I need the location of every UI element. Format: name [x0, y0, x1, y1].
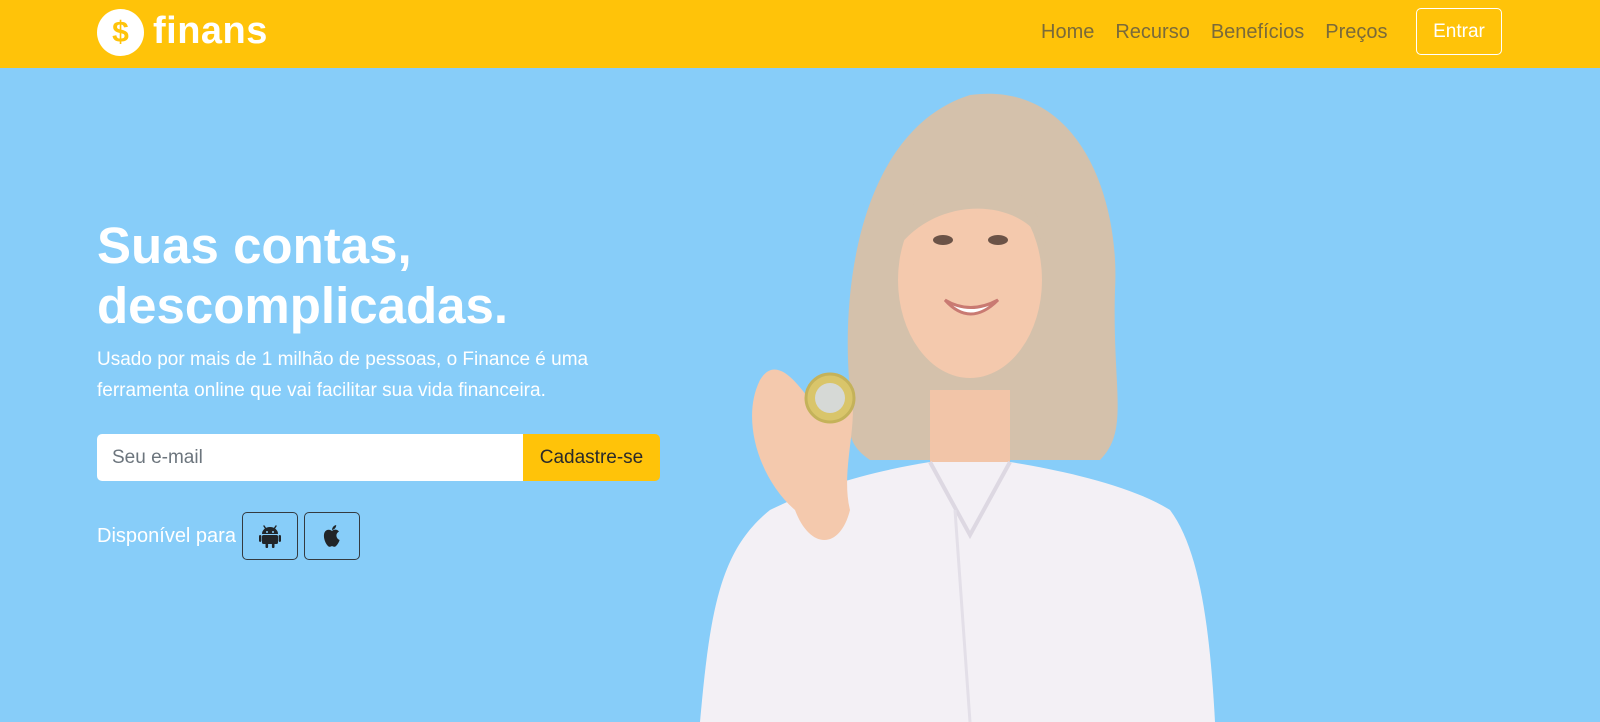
signup-form: Cadastre-se [97, 434, 660, 481]
login-button[interactable]: Entrar [1416, 8, 1502, 55]
nav-link-precos[interactable]: Preços [1325, 21, 1387, 44]
hero-subtitle-line-2: ferramenta online que vai facilitar sua … [97, 380, 546, 401]
apple-button[interactable] [303, 512, 360, 560]
android-icon [258, 525, 281, 548]
brand-logo[interactable]: $ finans [97, 9, 268, 56]
hero-title-line-2: descomplicadas. [97, 277, 509, 334]
navbar: $ finans Home Recurso Benefícios Preços … [0, 0, 1600, 68]
nav-link-home[interactable]: Home [1041, 21, 1094, 44]
hero-subtitle: Usado por mais de 1 milhão de pessoas, o… [97, 344, 657, 406]
nav-link-recurso[interactable]: Recurso [1115, 21, 1189, 44]
available-label: Disponível para [97, 524, 236, 547]
signup-button[interactable]: Cadastre-se [523, 434, 660, 481]
nav-menu: Home Recurso Benefícios Preços [1041, 21, 1408, 44]
email-input[interactable] [97, 434, 523, 481]
android-button[interactable] [241, 512, 298, 560]
dollar-coin-icon: $ [97, 9, 144, 56]
nav-link-beneficios[interactable]: Benefícios [1211, 21, 1304, 44]
hero-title: Suas contas, descomplicadas. [97, 216, 657, 336]
available-platforms: Disponível para [97, 512, 366, 560]
hero-title-line-1: Suas contas, [97, 217, 412, 274]
hero-subtitle-line-1: Usado por mais de 1 milhão de pessoas, o… [97, 349, 589, 370]
brand-name: finans [153, 9, 268, 52]
hero-woman-image [700, 93, 1215, 722]
apple-icon [323, 525, 340, 547]
